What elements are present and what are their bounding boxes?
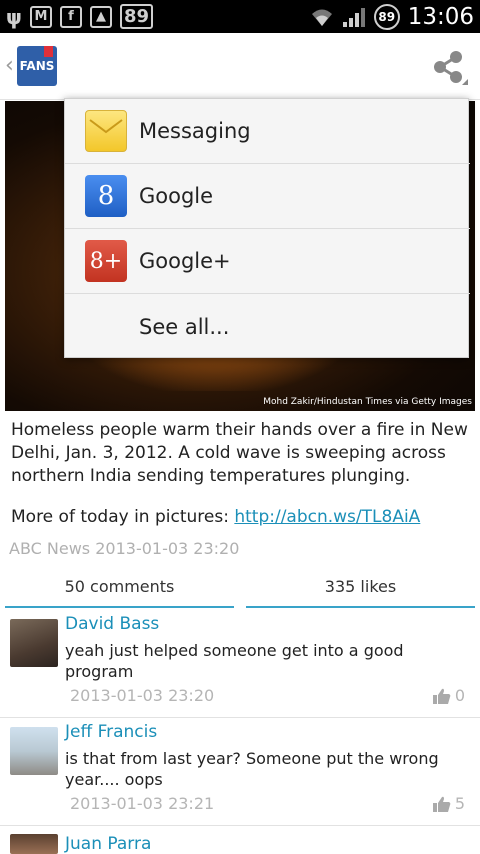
post-source: ABC News bbox=[9, 539, 91, 558]
avatar[interactable] bbox=[10, 619, 58, 667]
up-navigation-icon[interactable]: ‹ bbox=[5, 53, 14, 78]
comment-author[interactable]: Juan Parra bbox=[65, 834, 151, 854]
avatar[interactable] bbox=[10, 727, 58, 775]
status-time: 13:06 bbox=[407, 3, 474, 30]
ribbon-icon bbox=[44, 46, 53, 57]
gmail-icon: M bbox=[30, 5, 52, 28]
more-pictures-label: More of today in pictures: bbox=[11, 507, 235, 527]
thumbs-up-icon bbox=[432, 796, 451, 812]
facebook-icon: f bbox=[60, 5, 82, 28]
comment-like-count: 0 bbox=[454, 686, 465, 705]
comment-like-button[interactable]: 5 bbox=[432, 794, 465, 813]
usb-icon: ψ bbox=[6, 4, 22, 29]
share-messaging-label: Messaging bbox=[139, 119, 251, 143]
comment-text: yeah just helped someone get into a good… bbox=[65, 641, 404, 681]
app-icon[interactable]: FANS bbox=[17, 46, 57, 86]
status-left-icons: ψ M f ▲ 89 bbox=[6, 4, 154, 29]
share-google-item[interactable]: 8 Google bbox=[65, 164, 470, 229]
comment-item[interactable]: David Bass yeah just helped someone get … bbox=[0, 610, 480, 718]
action-bar: ‹ FANS bbox=[0, 33, 480, 100]
post-caption: Homeless people warm their hands over a … bbox=[11, 420, 468, 486]
share-see-all-label: See all... bbox=[139, 314, 230, 339]
google-plus-icon: 8+ bbox=[85, 240, 127, 282]
tab-likes[interactable]: 335 likes bbox=[246, 566, 475, 608]
thumbs-up-icon bbox=[432, 688, 451, 704]
wifi-icon bbox=[311, 9, 332, 26]
avatar[interactable] bbox=[10, 834, 58, 854]
comment-item[interactable]: Jeff Francis is that from last year? Som… bbox=[0, 718, 480, 826]
share-see-all-item[interactable]: See all... bbox=[65, 294, 470, 359]
app-icon-label: FANS bbox=[19, 59, 55, 73]
messaging-icon bbox=[85, 110, 127, 152]
comment-text: is that from last year? Someone put the … bbox=[65, 749, 439, 789]
share-google-plus-label: Google+ bbox=[139, 249, 231, 273]
status-right-icons: 89 13:06 bbox=[310, 3, 474, 30]
comment-item[interactable]: Juan Parra bbox=[0, 826, 480, 854]
tab-comments[interactable]: 50 comments bbox=[5, 566, 234, 608]
post-meta: ABC News 2013-01-03 23:20 bbox=[9, 539, 239, 558]
photo-credit: Mohd Zakir/Hindustan Times via Getty Ima… bbox=[263, 397, 472, 407]
share-google-plus-item[interactable]: 8+ Google+ bbox=[65, 229, 470, 294]
comment-like-button[interactable]: 0 bbox=[432, 686, 465, 705]
status-bar: ψ M f ▲ 89 89 13:06 bbox=[0, 0, 480, 33]
share-messaging-item[interactable]: Messaging bbox=[65, 99, 470, 164]
gallery-icon: ▲ bbox=[90, 5, 112, 28]
share-icon[interactable] bbox=[426, 45, 470, 89]
comment-time: 2013-01-03 23:20 bbox=[70, 686, 215, 705]
post-timestamp: 2013-01-03 23:20 bbox=[95, 539, 240, 558]
post-tabs: 50 comments 335 likes bbox=[0, 566, 480, 608]
comment-author[interactable]: Jeff Francis bbox=[65, 722, 157, 742]
more-pictures-line: More of today in pictures: http://abcn.w… bbox=[11, 507, 420, 527]
more-pictures-link[interactable]: http://abcn.ws/TL8AiA bbox=[234, 507, 420, 527]
google-icon: 8 bbox=[85, 175, 127, 217]
comment-time: 2013-01-03 23:21 bbox=[70, 794, 215, 813]
signal-icon bbox=[342, 7, 365, 27]
battery-icon: 89 bbox=[373, 3, 400, 30]
notification-count: 89 bbox=[120, 4, 154, 29]
share-menu: Messaging 8 Google 8+ Google+ See all... bbox=[64, 98, 470, 359]
comment-author[interactable]: David Bass bbox=[65, 614, 159, 634]
share-google-label: Google bbox=[139, 184, 214, 208]
comment-like-count: 5 bbox=[454, 794, 465, 813]
